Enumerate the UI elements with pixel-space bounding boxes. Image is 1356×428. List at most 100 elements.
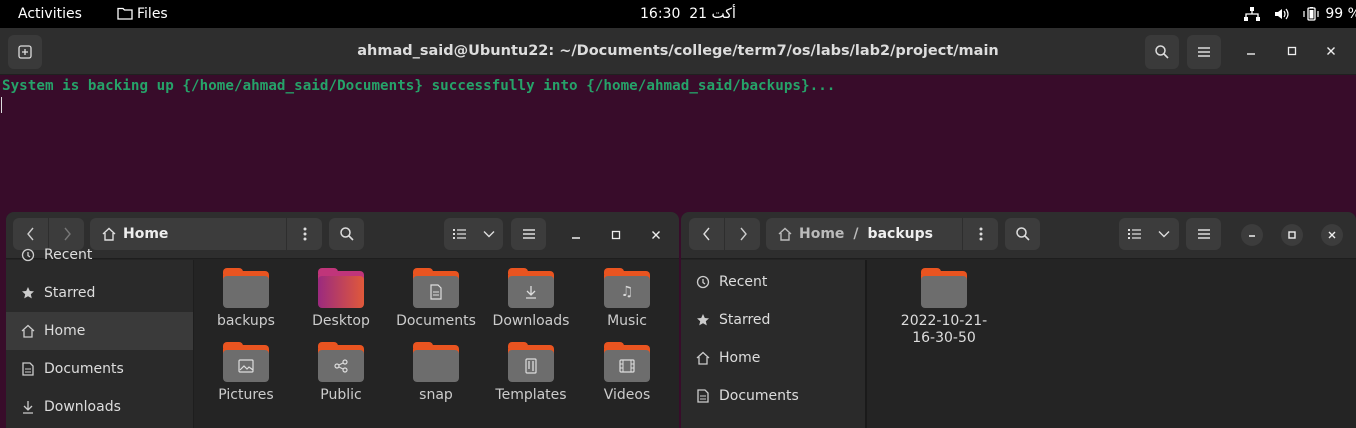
folder-label: 2022-10-21- 16-30-50 [899,313,989,347]
battery-icon [1303,7,1319,21]
terminal-cursor [1,97,2,113]
files-maximize-button[interactable] [605,224,627,246]
path-segment-backups[interactable]: backups [868,226,933,242]
app-menu-files[interactable]: Files [117,0,168,28]
folder-item-downloads[interactable]: Downloads [486,268,576,329]
forward-button[interactable] [725,218,760,250]
view-toggle-button[interactable] [444,218,503,250]
sidebar-item-label: Documents [719,388,799,404]
folder-label-line-1: 2022-10-21- [900,313,988,329]
folder-icon [223,268,269,308]
sidebar-item-documents[interactable]: Documents [6,350,193,388]
folder-outline-icon [117,7,133,20]
sidebar-item-downloads[interactable]: Downloads [6,388,193,426]
close-icon [1327,47,1335,55]
terminal-headerbar: ahmad_said@Ubuntu22: ~/Documents/college… [0,28,1356,75]
folder-item-templates[interactable]: Templates [486,342,576,403]
files-close-button[interactable] [1321,224,1343,246]
folder-icon [921,268,967,308]
network-icon [1244,7,1260,21]
terminal-close-button[interactable] [1320,40,1342,62]
videos-folder-icon [604,342,650,382]
sidebar-item-label: Home [44,323,86,339]
files-minimize-button[interactable] [565,224,587,246]
folder-label: Pictures [218,387,274,403]
path-menu-button[interactable] [286,218,322,250]
path-segment-home[interactable]: Home [799,226,844,242]
home-icon [695,351,711,365]
back-button[interactable] [689,218,724,250]
path-separator: / [853,226,859,242]
folder-item-documents[interactable]: Documents [391,268,481,329]
terminal-maximize-button[interactable] [1281,40,1303,62]
hamburger-icon [522,229,535,239]
view-toggle-button[interactable] [1119,218,1179,250]
path-bar[interactable]: Home / backups [766,218,998,250]
clock-icon [695,275,711,289]
minimize-icon [572,237,580,239]
sidebar-item-label: Recent [44,247,93,263]
folder-label: Templates [495,387,567,403]
folder-label: Public [320,387,362,403]
files-search-button[interactable] [1005,218,1040,250]
sidebar-item-recent[interactable]: Recent [681,263,865,301]
search-icon [339,227,354,241]
maximize-icon [611,230,621,240]
battery-percent: 99 % [1325,6,1356,22]
path-menu-button[interactable] [962,218,998,250]
folder-label: Documents [396,313,476,329]
minimize-icon [1247,53,1255,55]
folder-item-desktop[interactable]: Desktop [296,268,386,329]
files-sidebar: Recent Starred Home Documents [681,260,867,428]
close-icon [652,231,660,239]
clock-time: 16:30 [640,6,681,22]
downloads-folder-icon [508,268,554,308]
desktop-folder-icon [318,268,364,308]
files-minimize-button[interactable] [1241,224,1263,246]
folder-item-music[interactable]: ♫ Music [582,268,672,329]
clock-icon [20,248,36,262]
terminal-minimize-button[interactable] [1240,40,1262,62]
chevron-down-icon [483,231,494,238]
terminal-menu-button[interactable] [1187,35,1221,69]
folder-label: backups [217,313,275,329]
home-icon [20,324,36,338]
terminal-search-button[interactable] [1145,35,1179,69]
star-icon [20,286,36,300]
files-menu-button[interactable] [511,218,546,250]
sidebar-item-home[interactable]: Home [681,339,865,377]
sidebar-item-starred[interactable]: Starred [6,274,193,312]
sidebar-item-documents[interactable]: Documents [681,377,865,415]
folder-label: snap [419,387,453,403]
sidebar-item-home[interactable]: Home [6,312,193,350]
maximize-icon [1288,231,1296,239]
documents-folder-icon [413,268,459,308]
files-window-home[interactable]: Home Recent Starred Home Documents Downl… [6,212,679,428]
folder-item-public[interactable]: Public [296,342,386,403]
maximize-icon [1287,46,1297,56]
app-name: Files [137,6,168,22]
folder-label: Videos [603,387,651,403]
folder-item-pictures[interactable]: Pictures [201,342,291,403]
sidebar-item-starred[interactable]: Starred [681,301,865,339]
files-maximize-button[interactable] [1281,224,1303,246]
activities-button[interactable]: Activities [18,0,82,28]
folder-item-snap[interactable]: snap [391,342,481,403]
files-close-button[interactable] [645,224,667,246]
search-icon [1155,45,1169,59]
folder-item-backups[interactable]: backups [201,268,291,329]
folder-label-line-2: 16-30-50 [912,330,976,346]
sidebar-item-recent[interactable]: Recent [6,236,193,274]
system-tray[interactable]: 99 % [1244,0,1356,28]
files-search-button[interactable] [329,218,364,250]
files-window-backups[interactable]: Home / backups Recent Starred Home Docum… [681,212,1356,428]
list-view-icon [1128,229,1141,239]
music-folder-icon: ♫ [604,268,650,308]
files-menu-button[interactable] [1186,218,1221,250]
clock[interactable]: 16:30 أكت 21 [640,0,736,28]
folder-item-backup-2022-10-21[interactable]: 2022-10-21- 16-30-50 [899,268,989,347]
vertical-dots-icon [303,227,306,241]
folder-item-videos[interactable]: Videos [582,342,672,403]
download-icon [20,400,36,414]
pictures-folder-icon [223,342,269,382]
